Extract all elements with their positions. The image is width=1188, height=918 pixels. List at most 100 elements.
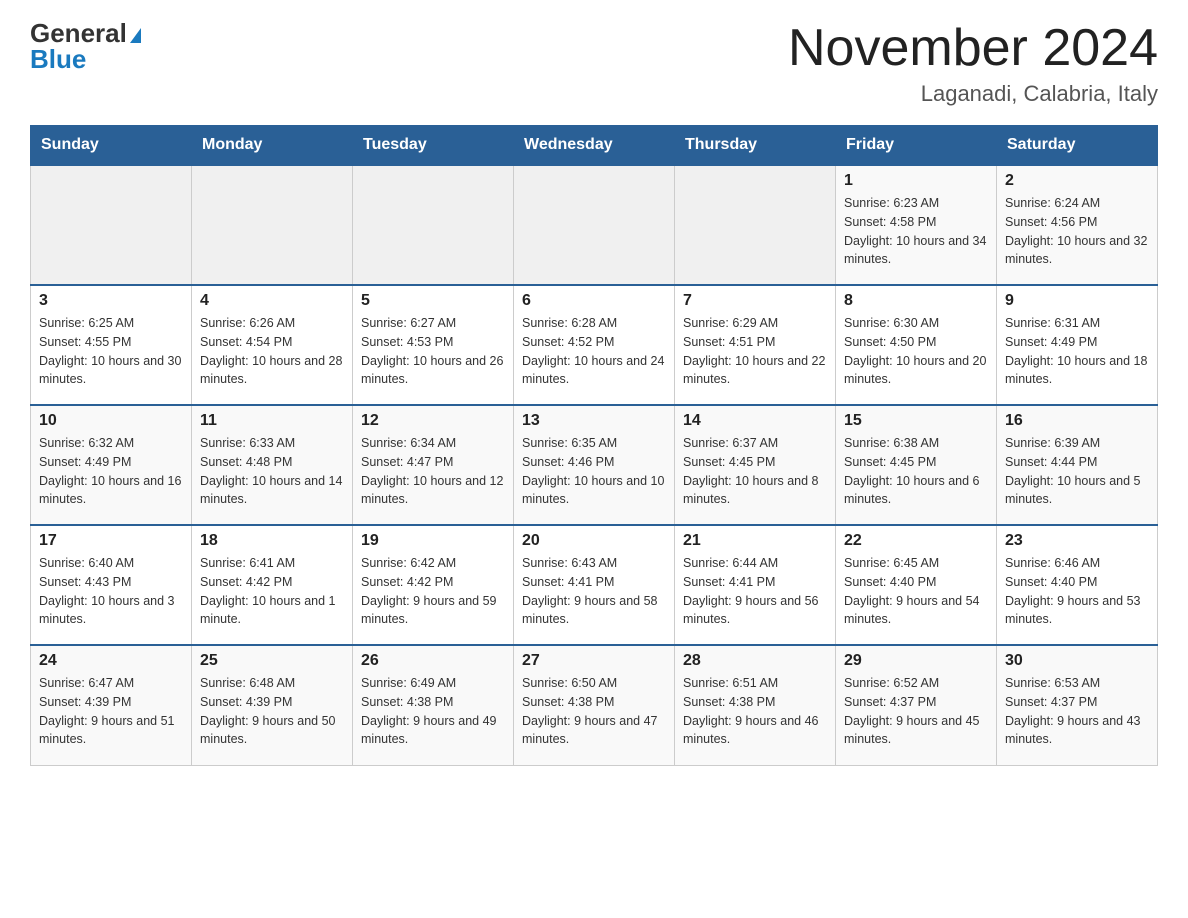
day-info: Sunrise: 6:29 AMSunset: 4:51 PMDaylight:… [683, 314, 827, 389]
day-info: Sunrise: 6:48 AMSunset: 4:39 PMDaylight:… [200, 674, 344, 749]
calendar-cell: 22 Sunrise: 6:45 AMSunset: 4:40 PMDayligh… [836, 525, 997, 645]
calendar-cell: 20 Sunrise: 6:43 AMSunset: 4:41 PMDayligh… [514, 525, 675, 645]
day-info: Sunrise: 6:51 AMSunset: 4:38 PMDaylight:… [683, 674, 827, 749]
header-wednesday: Wednesday [514, 126, 675, 166]
day-number: 1 [844, 172, 988, 190]
day-number: 7 [683, 292, 827, 310]
calendar-week-5: 24 Sunrise: 6:47 AMSunset: 4:39 PMDayligh… [31, 645, 1158, 765]
calendar-cell [675, 165, 836, 285]
day-number: 16 [1005, 412, 1149, 430]
day-info: Sunrise: 6:28 AMSunset: 4:52 PMDaylight:… [522, 314, 666, 389]
header-saturday: Saturday [997, 126, 1158, 166]
day-info: Sunrise: 6:25 AMSunset: 4:55 PMDaylight:… [39, 314, 183, 389]
day-info: Sunrise: 6:42 AMSunset: 4:42 PMDaylight:… [361, 554, 505, 629]
day-number: 12 [361, 412, 505, 430]
header-friday: Friday [836, 126, 997, 166]
day-info: Sunrise: 6:49 AMSunset: 4:38 PMDaylight:… [361, 674, 505, 749]
logo-blue: Blue [30, 46, 86, 72]
calendar-cell: 23 Sunrise: 6:46 AMSunset: 4:40 PMDayligh… [997, 525, 1158, 645]
header-monday: Monday [192, 126, 353, 166]
day-info: Sunrise: 6:34 AMSunset: 4:47 PMDaylight:… [361, 434, 505, 509]
day-info: Sunrise: 6:46 AMSunset: 4:40 PMDaylight:… [1005, 554, 1149, 629]
calendar-cell: 11Sunrise: 6:33 AMSunset: 4:48 PMDayligh… [192, 405, 353, 525]
calendar-week-2: 3 Sunrise: 6:25 AMSunset: 4:55 PMDaylight… [31, 285, 1158, 405]
calendar-cell: 27Sunrise: 6:50 AMSunset: 4:38 PMDayligh… [514, 645, 675, 765]
day-number: 2 [1005, 172, 1149, 190]
day-number: 17 [39, 532, 183, 550]
day-info: Sunrise: 6:40 AMSunset: 4:43 PMDaylight:… [39, 554, 183, 629]
calendar-cell [514, 165, 675, 285]
day-info: Sunrise: 6:31 AMSunset: 4:49 PMDaylight:… [1005, 314, 1149, 389]
calendar-subtitle: Laganadi, Calabria, Italy [788, 81, 1158, 107]
calendar-cell: 29 Sunrise: 6:52 AMSunset: 4:37 PMDayligh… [836, 645, 997, 765]
day-number: 26 [361, 652, 505, 670]
calendar-cell: 3 Sunrise: 6:25 AMSunset: 4:55 PMDaylight… [31, 285, 192, 405]
day-number: 21 [683, 532, 827, 550]
calendar-cell: 6 Sunrise: 6:28 AMSunset: 4:52 PMDaylight… [514, 285, 675, 405]
calendar-week-3: 10 Sunrise: 6:32 AMSunset: 4:49 PMDayligh… [31, 405, 1158, 525]
calendar-cell: 30 Sunrise: 6:53 AMSunset: 4:37 PMDayligh… [997, 645, 1158, 765]
day-number: 20 [522, 532, 666, 550]
calendar-cell: 2 Sunrise: 6:24 AMSunset: 4:56 PMDaylight… [997, 165, 1158, 285]
day-number: 11 [200, 412, 344, 430]
calendar-week-1: 1 Sunrise: 6:23 AMSunset: 4:58 PMDaylight… [31, 165, 1158, 285]
day-info: Sunrise: 6:50 AMSunset: 4:38 PMDaylight:… [522, 674, 666, 749]
logo-general: General [30, 20, 141, 46]
calendar-cell: 19 Sunrise: 6:42 AMSunset: 4:42 PMDayligh… [353, 525, 514, 645]
day-number: 30 [1005, 652, 1149, 670]
calendar-table: SundayMondayTuesdayWednesdayThursdayFrid… [30, 125, 1158, 766]
header-tuesday: Tuesday [353, 126, 514, 166]
calendar-cell: 10 Sunrise: 6:32 AMSunset: 4:49 PMDayligh… [31, 405, 192, 525]
day-number: 4 [200, 292, 344, 310]
day-info: Sunrise: 6:45 AMSunset: 4:40 PMDaylight:… [844, 554, 988, 629]
day-info: Sunrise: 6:32 AMSunset: 4:49 PMDaylight:… [39, 434, 183, 509]
header-sunday: Sunday [31, 126, 192, 166]
calendar-cell: 17 Sunrise: 6:40 AMSunset: 4:43 PMDayligh… [31, 525, 192, 645]
calendar-cell: 21Sunrise: 6:44 AMSunset: 4:41 PMDayligh… [675, 525, 836, 645]
day-number: 29 [844, 652, 988, 670]
calendar-cell: 14Sunrise: 6:37 AMSunset: 4:45 PMDayligh… [675, 405, 836, 525]
day-info: Sunrise: 6:53 AMSunset: 4:37 PMDaylight:… [1005, 674, 1149, 749]
day-info: Sunrise: 6:38 AMSunset: 4:45 PMDaylight:… [844, 434, 988, 509]
calendar-week-4: 17 Sunrise: 6:40 AMSunset: 4:43 PMDayligh… [31, 525, 1158, 645]
logo: General Blue [30, 20, 141, 72]
day-info: Sunrise: 6:39 AMSunset: 4:44 PMDaylight:… [1005, 434, 1149, 509]
calendar-cell [31, 165, 192, 285]
day-number: 18 [200, 532, 344, 550]
day-info: Sunrise: 6:23 AMSunset: 4:58 PMDaylight:… [844, 194, 988, 269]
day-number: 10 [39, 412, 183, 430]
day-info: Sunrise: 6:24 AMSunset: 4:56 PMDaylight:… [1005, 194, 1149, 269]
day-number: 19 [361, 532, 505, 550]
page-header: General Blue November 2024 Laganadi, Cal… [30, 20, 1158, 107]
day-number: 6 [522, 292, 666, 310]
calendar-cell: 9Sunrise: 6:31 AMSunset: 4:49 PMDaylight… [997, 285, 1158, 405]
day-number: 15 [844, 412, 988, 430]
calendar-cell: 26 Sunrise: 6:49 AMSunset: 4:38 PMDayligh… [353, 645, 514, 765]
day-number: 22 [844, 532, 988, 550]
calendar-cell: 1 Sunrise: 6:23 AMSunset: 4:58 PMDaylight… [836, 165, 997, 285]
calendar-cell: 12 Sunrise: 6:34 AMSunset: 4:47 PMDayligh… [353, 405, 514, 525]
calendar-title: November 2024 [788, 20, 1158, 77]
day-info: Sunrise: 6:43 AMSunset: 4:41 PMDaylight:… [522, 554, 666, 629]
day-info: Sunrise: 6:47 AMSunset: 4:39 PMDaylight:… [39, 674, 183, 749]
calendar-cell: 7 Sunrise: 6:29 AMSunset: 4:51 PMDaylight… [675, 285, 836, 405]
day-number: 5 [361, 292, 505, 310]
day-number: 24 [39, 652, 183, 670]
day-number: 3 [39, 292, 183, 310]
day-info: Sunrise: 6:26 AMSunset: 4:54 PMDaylight:… [200, 314, 344, 389]
header-thursday: Thursday [675, 126, 836, 166]
calendar-cell: 25 Sunrise: 6:48 AMSunset: 4:39 PMDayligh… [192, 645, 353, 765]
day-info: Sunrise: 6:52 AMSunset: 4:37 PMDaylight:… [844, 674, 988, 749]
day-number: 23 [1005, 532, 1149, 550]
day-info: Sunrise: 6:27 AMSunset: 4:53 PMDaylight:… [361, 314, 505, 389]
calendar-cell: 16 Sunrise: 6:39 AMSunset: 4:44 PMDayligh… [997, 405, 1158, 525]
day-number: 25 [200, 652, 344, 670]
calendar-cell: 8Sunrise: 6:30 AMSunset: 4:50 PMDaylight… [836, 285, 997, 405]
title-block: November 2024 Laganadi, Calabria, Italy [788, 20, 1158, 107]
day-number: 13 [522, 412, 666, 430]
calendar-header-row: SundayMondayTuesdayWednesdayThursdayFrid… [31, 126, 1158, 166]
day-info: Sunrise: 6:30 AMSunset: 4:50 PMDaylight:… [844, 314, 988, 389]
day-number: 28 [683, 652, 827, 670]
day-info: Sunrise: 6:35 AMSunset: 4:46 PMDaylight:… [522, 434, 666, 509]
calendar-cell: 24 Sunrise: 6:47 AMSunset: 4:39 PMDayligh… [31, 645, 192, 765]
